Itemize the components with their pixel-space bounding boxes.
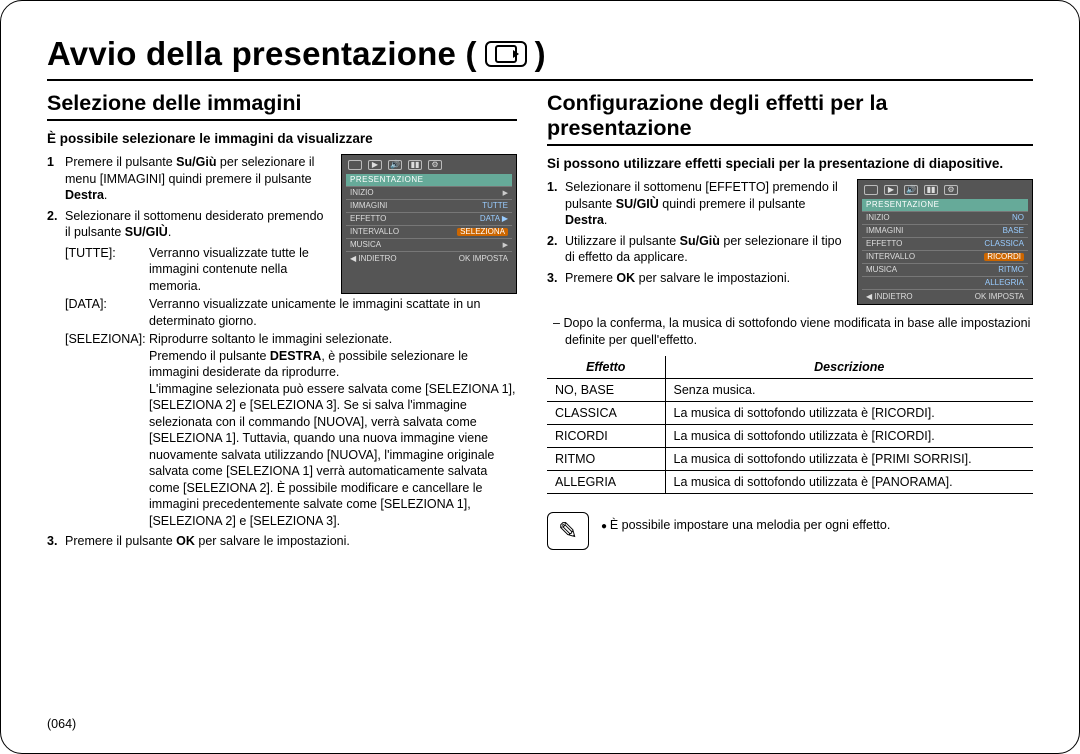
columns: Selezione delle immagini È possibile sel…: [47, 91, 1033, 554]
right-column: Configurazione degli effetti per la pres…: [547, 91, 1033, 554]
def-term: [SELEZIONA]:: [65, 331, 149, 529]
left-defs-continued: [DATA]: Verranno visualizzate unicamente…: [47, 296, 517, 550]
effects-table: Effetto Descrizione NO, BASESenza musica…: [547, 356, 1033, 494]
table-row: NO, BASESenza musica.: [547, 379, 1033, 402]
lcd-iconstrip: ▶ 🔊 ▮▮ ⚙: [346, 159, 512, 174]
left-lead: È possibile selezionare le immagini da v…: [47, 131, 517, 146]
step-num: 2.: [47, 208, 65, 241]
left-step-3: 3. Premere il pulsante OK per salvare le…: [47, 533, 517, 550]
lcd-row: IMMAGINITUTTE: [346, 199, 512, 212]
right-lead: Si possono utilizzare effetti speciali p…: [547, 156, 1033, 171]
manual-page: Avvio della presentazione ( ) Selezione …: [0, 0, 1080, 754]
lcd-row: INTERVALLOSELEZIONA: [346, 225, 512, 238]
step-body: Premere OK per salvare le impostazioni.: [565, 270, 849, 287]
lcd-icon: 🔊: [388, 160, 402, 170]
left-column: Selezione delle immagini È possibile sel…: [47, 91, 517, 554]
step-num: 3.: [47, 533, 65, 550]
def-desc: Verranno visualizzate unicamente le imma…: [149, 296, 517, 329]
table-row: RITMOLa musica di sottofondo utilizzata …: [547, 448, 1033, 471]
left-upper-block: 1 Premere il pulsante Su/Giù per selezio…: [47, 154, 517, 294]
lcd-icon: 🔊: [904, 185, 918, 195]
note-box: ✎ È possibile impostare una melodia per …: [547, 512, 1033, 550]
right-step-3: 3. Premere OK per salvare le impostazion…: [547, 270, 849, 287]
page-title-text: Avvio della presentazione (: [47, 35, 477, 73]
right-section-title: Configurazione degli effetti per la pres…: [547, 91, 1033, 146]
page-number: 064: [47, 717, 76, 731]
lcd-row: EFFETTOCLASSICA: [862, 237, 1028, 250]
lcd-row: MUSICARITMO: [862, 263, 1028, 276]
lcd-icon: ▮▮: [408, 160, 422, 170]
lcd-footer: INDIETROOK IMPOSTA: [862, 289, 1028, 302]
lcd-row: EFFETTODATA ▶: [346, 212, 512, 225]
def-term: [TUTTE]:: [65, 245, 149, 295]
def-desc: Riprodurre soltanto le immagini selezion…: [149, 331, 517, 529]
page-title-close: ): [535, 35, 546, 73]
lcd-icon: ▶: [368, 160, 382, 170]
lcd-menu-left: ▶ 🔊 ▮▮ ⚙ PRESENTAZIONE INIZIO IMMAGINITUTTE…: [341, 154, 517, 294]
lcd-icon: [348, 160, 362, 170]
step-body: Utilizzare il pulsante Su/Giù per selezi…: [565, 233, 849, 266]
right-upper-block: 1. Selezionare il sottomenu [EFFETTO] pr…: [547, 179, 1033, 305]
lcd-iconstrip: ▶ 🔊 ▮▮ ⚙: [862, 184, 1028, 199]
table-row: RICORDILa musica di sottofondo utilizzat…: [547, 425, 1033, 448]
def-desc: Verranno visualizzate tutte le immagini …: [149, 245, 331, 295]
right-after-note: Dopo la conferma, la musica di sottofond…: [565, 315, 1033, 348]
lcd-row: INIZIO: [346, 186, 512, 199]
lcd-header: PRESENTAZIONE: [862, 199, 1028, 211]
page-title: Avvio della presentazione ( ): [47, 35, 1033, 81]
left-step-2: 2. Selezionare il sottomenu desiderato p…: [47, 208, 331, 241]
note-text: È possibile impostare una melodia per og…: [601, 518, 890, 532]
th-effetto: Effetto: [547, 356, 665, 379]
step-body: Premere il pulsante Su/Giù per seleziona…: [65, 154, 331, 204]
def-data: [DATA]: Verranno visualizzate unicamente…: [65, 296, 517, 329]
pencil-note-icon: ✎: [547, 512, 589, 550]
left-step-1: 1 Premere il pulsante Su/Giù per selezio…: [47, 154, 331, 204]
step-body: Selezionare il sottomenu desiderato prem…: [65, 208, 331, 241]
right-step-1: 1. Selezionare il sottomenu [EFFETTO] pr…: [547, 179, 849, 229]
lcd-icon: ▮▮: [924, 185, 938, 195]
table-header-row: Effetto Descrizione: [547, 356, 1033, 379]
step-body: Premere il pulsante OK per salvare le im…: [65, 533, 517, 550]
lcd-icon: [864, 185, 878, 195]
def-term: [DATA]:: [65, 296, 149, 329]
right-step-2: 2. Utilizzare il pulsante Su/Giù per sel…: [547, 233, 849, 266]
step-body: Selezionare il sottomenu [EFFETTO] preme…: [565, 179, 849, 229]
lcd-row: MUSICA: [346, 238, 512, 251]
step-num: 1: [47, 154, 65, 204]
step-num: 2.: [547, 233, 565, 266]
right-steps: 1. Selezionare il sottomenu [EFFETTO] pr…: [547, 179, 849, 305]
table-row: ALLEGRIALa musica di sottofondo utilizza…: [547, 471, 1033, 494]
lcd-icon: ⚙: [428, 160, 442, 170]
lcd-footer: INDIETROOK IMPOSTA: [346, 251, 512, 264]
lcd-icon: ⚙: [944, 185, 958, 195]
left-steps-1-2: 1 Premere il pulsante Su/Giù per selezio…: [47, 154, 331, 294]
lcd-row: IMMAGINIBASE: [862, 224, 1028, 237]
th-descrizione: Descrizione: [665, 356, 1033, 379]
def-seleziona: [SELEZIONA]: Riprodurre soltanto le imma…: [65, 331, 517, 529]
lcd-header: PRESENTAZIONE: [346, 174, 512, 186]
step-num: 1.: [547, 179, 565, 229]
lcd-menu-right: ▶ 🔊 ▮▮ ⚙ PRESENTAZIONE INIZIONO IMMAGINIBAS…: [857, 179, 1033, 305]
left-section-title: Selezione delle immagini: [47, 91, 517, 121]
slideshow-icon: [485, 41, 527, 67]
lcd-row: ALLEGRIA: [862, 276, 1028, 289]
lcd-row: INTERVALLORICORDI: [862, 250, 1028, 263]
def-tutte: [TUTTE]: Verranno visualizzate tutte le …: [65, 245, 331, 295]
step-num: 3.: [547, 270, 565, 287]
table-row: CLASSICALa musica di sottofondo utilizza…: [547, 402, 1033, 425]
lcd-row: INIZIONO: [862, 211, 1028, 224]
lcd-icon: ▶: [884, 185, 898, 195]
